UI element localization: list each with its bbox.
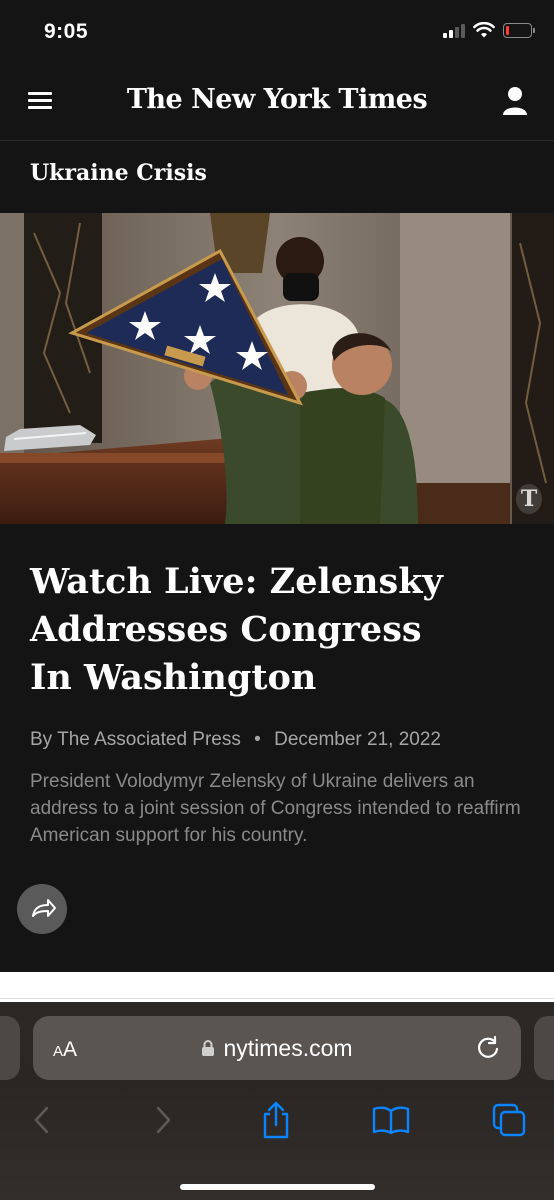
bookmarks-icon[interactable] <box>371 1100 411 1140</box>
section-label[interactable]: Ukraine Crisis <box>30 160 207 186</box>
home-indicator[interactable] <box>180 1184 375 1190</box>
article-byline: By The Associated Press • December 21, 2… <box>30 729 441 751</box>
share-icon[interactable] <box>256 1100 296 1140</box>
app-header: The New York Times <box>0 66 554 141</box>
page-content-edge <box>0 972 554 1002</box>
cellular-signal-icon <box>443 22 465 38</box>
article-headline[interactable]: Watch Live: Zelensky Addresses Congress … <box>30 558 530 702</box>
lock-icon <box>202 1040 215 1056</box>
url-text: nytimes.com <box>223 1034 353 1061</box>
share-arrow-icon <box>32 899 56 917</box>
headline-line: In Washington <box>30 657 317 698</box>
wifi-icon <box>473 22 495 38</box>
tabs-icon[interactable] <box>489 1100 529 1140</box>
article-summary: President Volodymyr Zelensky of Ukraine … <box>30 771 521 846</box>
safari-toolbar: AA nytimes.com <box>0 1002 554 1200</box>
status-time: 9:05 <box>44 20 89 43</box>
forward-icon[interactable] <box>143 1100 183 1140</box>
person-icon[interactable] <box>502 86 528 116</box>
back-icon[interactable] <box>22 1100 62 1140</box>
byline-separator: • <box>254 729 261 750</box>
address-bar[interactable]: AA nytimes.com <box>33 1016 521 1080</box>
status-bar: 9:05 <box>0 0 554 66</box>
headline-line: Addresses Congress <box>30 609 422 650</box>
status-icons <box>443 22 535 38</box>
nyt-t-watermark-icon: T <box>516 484 542 514</box>
nyt-logo[interactable]: The New York Times <box>0 84 554 115</box>
article-author: By The Associated Press <box>30 729 241 750</box>
headline-line: Watch Live: Zelensky <box>30 561 443 602</box>
next-tab-pill[interactable] <box>534 1016 554 1080</box>
article-date: December 21, 2022 <box>274 729 441 750</box>
reload-icon[interactable] <box>475 1035 501 1061</box>
share-button[interactable] <box>17 884 67 934</box>
hero-image[interactable]: T <box>0 213 554 524</box>
battery-icon <box>503 22 535 38</box>
previous-tab-pill[interactable] <box>0 1016 20 1080</box>
